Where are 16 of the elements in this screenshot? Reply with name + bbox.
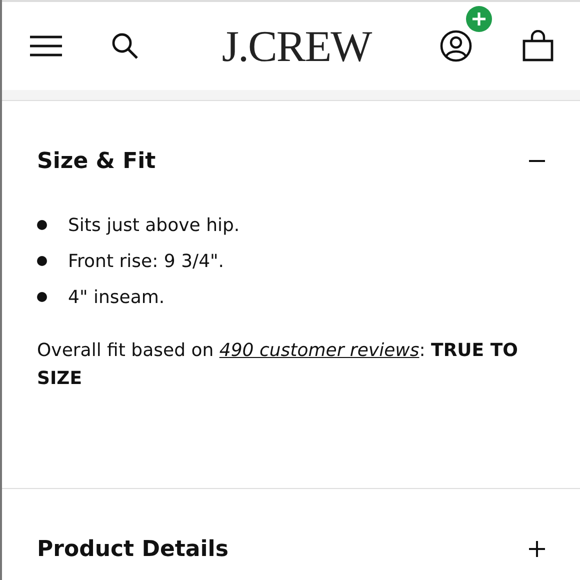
bullet-icon [37,292,47,302]
bullet-icon [37,256,47,266]
plus-icon[interactable] [528,540,546,558]
menu-icon[interactable] [29,35,63,57]
bullet-text: Front rise: 9 3/4". [68,250,224,272]
section-title[interactable]: Size & Fit [37,148,156,174]
bullet-text: 4" inseam. [68,286,165,308]
section-title[interactable]: Product Details [37,536,228,562]
bullet-icon [37,220,47,230]
brand-logo[interactable]: J.CREW [222,20,372,72]
reviews-link[interactable]: 490 customer reviews [219,340,420,361]
shopping-bag-icon[interactable] [522,30,554,62]
bullet-text: Sits just above hip. [68,214,240,236]
account-icon[interactable] [440,30,472,62]
search-icon[interactable] [111,32,139,60]
fit-summary: Overall fit based on 490 customer reviews: TRUE TO SIZE [37,339,519,391]
